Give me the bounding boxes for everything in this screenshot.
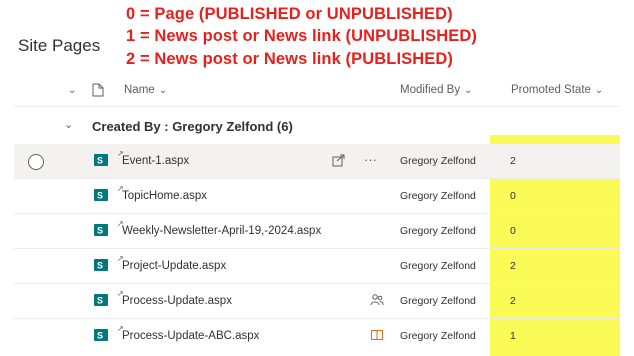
column-header-name-label: Name bbox=[124, 84, 155, 96]
library-title: Site Pages bbox=[18, 36, 101, 55]
modified-by-cell: Gregory Zelfond bbox=[400, 190, 476, 202]
sharepoint-page-icon: S bbox=[94, 154, 108, 166]
column-header-modified-by-label: Modified By bbox=[400, 84, 461, 96]
svg-text:S: S bbox=[97, 296, 103, 306]
modified-by-cell: Gregory Zelfond bbox=[400, 225, 476, 237]
news-post-icon: ↗ bbox=[117, 254, 124, 263]
file-type-header[interactable] bbox=[92, 80, 104, 100]
table-row[interactable]: S ↗ Weekly-Newsletter-April-19,-2024.aspx… bbox=[14, 214, 620, 248]
people-icon[interactable] bbox=[370, 293, 384, 307]
news-post-icon: ↗ bbox=[117, 149, 124, 158]
sharepoint-page-icon: S bbox=[94, 224, 108, 236]
file-name[interactable]: ↗ Event-1.aspx bbox=[117, 149, 189, 167]
chevron-down-icon: ⌄ bbox=[68, 84, 77, 96]
annotation-line-2: 2 = News post or News link (PUBLISHED) bbox=[126, 50, 453, 68]
table-row[interactable]: S ↗ Project-Update.aspx Gregory Zelfond 2 bbox=[14, 249, 620, 283]
table-row[interactable]: S ↗ Event-1.aspx ··· Gregory Zelfond 2 bbox=[14, 144, 620, 178]
promoted-state-cell: 0 bbox=[510, 190, 516, 202]
ellipsis-icon[interactable]: ··· bbox=[364, 152, 377, 167]
sharepoint-page-icon: S bbox=[94, 294, 108, 306]
chevron-down-icon: ⌄ bbox=[464, 84, 473, 96]
table-row[interactable]: S ↗ TopicHome.aspx Gregory Zelfond 0 bbox=[14, 179, 620, 213]
file-name[interactable]: ↗ Process-Update-ABC.aspx bbox=[117, 324, 259, 342]
file-name[interactable]: ↗ Process-Update.aspx bbox=[117, 289, 232, 307]
sharepoint-page-icon: S bbox=[94, 329, 108, 341]
table-row[interactable]: S ↗ Process-Update.aspx Gregory Zelfond 2 bbox=[14, 284, 620, 318]
file-name[interactable]: ↗ TopicHome.aspx bbox=[117, 184, 207, 202]
svg-text:S: S bbox=[97, 226, 103, 236]
sharepoint-page-icon: S bbox=[94, 189, 108, 201]
group-title: Created By : Gregory Zelfond (6) bbox=[92, 119, 293, 134]
sharepoint-page-icon: S bbox=[94, 259, 108, 271]
file-name[interactable]: ↗ Project-Update.aspx bbox=[117, 254, 226, 272]
news-post-icon: ↗ bbox=[117, 324, 124, 333]
column-header-promoted-state-label: Promoted State bbox=[511, 84, 591, 96]
table-row[interactable]: S ↗ Process-Update-ABC.aspx Gregory Zelfo… bbox=[14, 319, 620, 353]
column-header-name[interactable]: Name ⌄ bbox=[124, 80, 167, 100]
annotation-line-1: 1 = News post or News link (UNPUBLISHED) bbox=[126, 27, 478, 45]
promoted-state-cell: 1 bbox=[510, 330, 516, 342]
group-collapse-chevron[interactable]: ⌄ bbox=[64, 118, 73, 131]
news-post-icon: ↗ bbox=[117, 219, 124, 228]
promoted-state-cell: 2 bbox=[510, 260, 516, 272]
promoted-state-cell: 2 bbox=[510, 155, 516, 167]
chevron-down-icon: ⌄ bbox=[594, 84, 604, 96]
chevron-down-icon: ⌄ bbox=[158, 84, 168, 96]
document-outline-icon bbox=[92, 83, 104, 97]
svg-text:S: S bbox=[97, 156, 103, 166]
select-all-chevron[interactable]: ⌄ bbox=[64, 80, 76, 100]
svg-text:S: S bbox=[97, 331, 103, 341]
annotation-line-0: 0 = Page (PUBLISHED or UNPUBLISHED) bbox=[126, 5, 453, 23]
column-header-modified-by[interactable]: Modified By ⌄ bbox=[400, 80, 472, 100]
modified-by-cell: Gregory Zelfond bbox=[400, 260, 476, 272]
row-select-radio[interactable] bbox=[28, 154, 44, 170]
share-icon[interactable] bbox=[332, 153, 346, 167]
news-post-icon: ↗ bbox=[117, 184, 124, 193]
modified-by-cell: Gregory Zelfond bbox=[400, 155, 476, 167]
promoted-state-cell: 0 bbox=[510, 225, 516, 237]
column-header-promoted-state[interactable]: Promoted State ⌄ bbox=[511, 80, 603, 100]
svg-text:S: S bbox=[97, 191, 103, 201]
file-name[interactable]: ↗ Weekly-Newsletter-April-19,-2024.aspx bbox=[117, 219, 321, 237]
book-open-icon[interactable] bbox=[370, 328, 384, 342]
promoted-state-cell: 2 bbox=[510, 295, 516, 307]
header-divider bbox=[14, 106, 620, 107]
svg-text:S: S bbox=[97, 261, 103, 271]
modified-by-cell: Gregory Zelfond bbox=[400, 295, 476, 307]
modified-by-cell: Gregory Zelfond bbox=[400, 330, 476, 342]
news-post-icon: ↗ bbox=[117, 289, 124, 298]
